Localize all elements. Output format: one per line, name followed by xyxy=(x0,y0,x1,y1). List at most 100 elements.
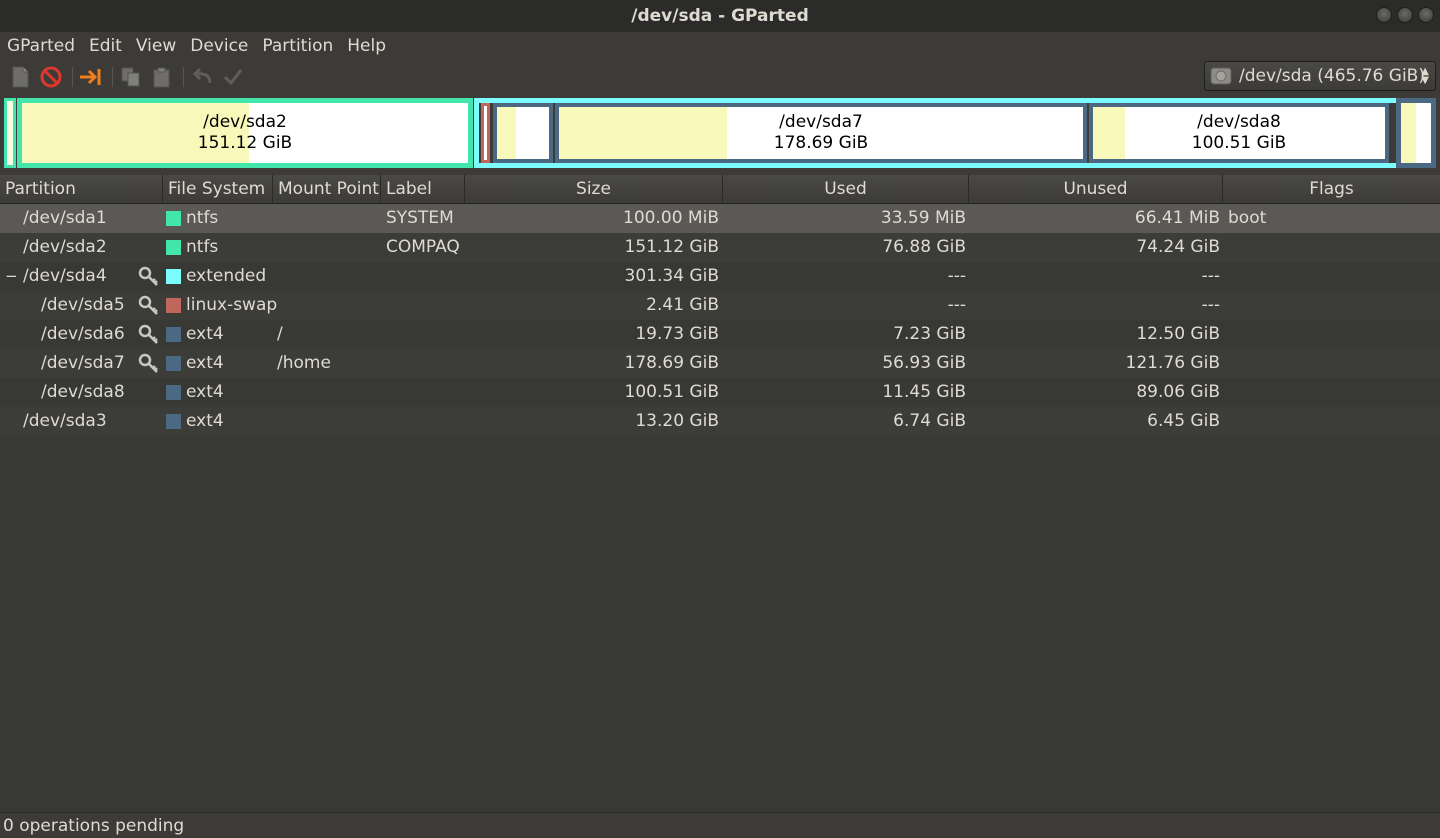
close-button[interactable] xyxy=(1418,7,1434,23)
filesystem-color-swatch xyxy=(166,414,181,429)
menu-device[interactable]: Device xyxy=(183,32,255,60)
table-row[interactable]: /dev/sda3 ext4 13.20 GiB 6.74 GiB 6.45 GiB xyxy=(0,407,1440,436)
column-used[interactable]: Used xyxy=(723,175,969,204)
menu-partition[interactable]: Partition xyxy=(255,32,340,60)
cell-used: 6.74 GiB xyxy=(893,411,966,431)
table-row[interactable]: /dev/sda1 ntfs SYSTEM 100.00 MiB 33.59 MiB 66… xyxy=(0,204,1440,233)
apply-icon xyxy=(223,69,243,86)
filesystem-color-swatch xyxy=(166,327,181,342)
menu-edit[interactable]: Edit xyxy=(82,32,129,60)
cell-size: 178.69 GiB xyxy=(624,353,719,373)
menu-help[interactable]: Help xyxy=(340,32,393,60)
used-bar xyxy=(7,101,13,165)
expander-icon[interactable]: − xyxy=(5,262,18,291)
partition-label: /dev/sda2 151.12 GiB xyxy=(197,112,293,153)
cell-used: 76.88 GiB xyxy=(882,237,966,257)
table-row[interactable]: /dev/sda6 ext4 / 19.73 GiB 7.23 GiB 12.50 GiB xyxy=(0,320,1440,349)
used-bar xyxy=(1401,103,1417,163)
cell-unused: 66.41 MiB xyxy=(1134,208,1220,228)
cell-flags: boot xyxy=(1228,208,1267,228)
cell-filesystem: ext4 xyxy=(186,411,224,431)
cell-size: 19.73 GiB xyxy=(635,324,719,344)
cell-used: --- xyxy=(947,266,966,286)
table-row[interactable]: −/dev/sda4 extended 301.34 GiB --- --- xyxy=(0,262,1440,291)
cell-size: 13.20 GiB xyxy=(635,411,719,431)
filesystem-color-swatch xyxy=(166,269,181,284)
column-size[interactable]: Size xyxy=(465,175,723,204)
cell-unused: --- xyxy=(1201,266,1220,286)
menu-view[interactable]: View xyxy=(129,32,183,60)
filesystem-color-swatch xyxy=(166,298,181,313)
cell-filesystem: ext4 xyxy=(186,382,224,402)
table-row[interactable]: /dev/sda5 linux-swap 2.41 GiB --- --- xyxy=(0,291,1440,320)
status-text: 0 operations pending xyxy=(3,816,185,836)
cell-label: SYSTEM xyxy=(386,208,454,228)
resize-move-button[interactable] xyxy=(79,65,103,89)
cell-unused: 89.06 GiB xyxy=(1136,382,1220,402)
cell-filesystem: ntfs xyxy=(186,208,219,228)
table-row[interactable]: /dev/sda8 ext4 100.51 GiB 11.45 GiB 89.06 Gi… xyxy=(0,378,1440,407)
cell-mountpoint: /home xyxy=(277,353,331,373)
column-mountpoint[interactable]: Mount Point xyxy=(273,175,381,204)
cell-partition: /dev/sda4 xyxy=(23,266,107,286)
copy-icon xyxy=(121,67,140,87)
device-selector[interactable]: /dev/sda (465.76 GiB) ▲ ▼ xyxy=(1204,61,1436,91)
cell-filesystem: linux-swap xyxy=(186,295,278,315)
maximize-button[interactable] xyxy=(1397,7,1413,23)
apply-button[interactable] xyxy=(221,65,245,89)
new-partition-button[interactable] xyxy=(8,65,32,89)
table-row[interactable]: /dev/sda7 ext4/home 178.69 GiB 56.93 GiB 121… xyxy=(0,349,1440,378)
undo-button[interactable] xyxy=(190,65,214,89)
cell-partition: /dev/sda7 xyxy=(41,353,125,373)
window-title: /dev/sda - GParted xyxy=(631,6,809,26)
disk-part-sda2[interactable]: /dev/sda2 151.12 GiB xyxy=(17,98,473,168)
cell-partition: /dev/sda6 xyxy=(41,324,125,344)
title-bar: /dev/sda - GParted xyxy=(0,0,1440,32)
minimize-button[interactable] xyxy=(1376,7,1392,23)
cell-size: 151.12 GiB xyxy=(624,237,719,257)
paste-icon xyxy=(153,67,170,88)
filesystem-color-swatch xyxy=(166,211,181,226)
disk-part-sda8[interactable]: /dev/sda8 100.51 GiB xyxy=(1089,103,1389,163)
cell-partition: /dev/sda8 xyxy=(41,382,125,402)
copy-button[interactable] xyxy=(119,65,143,89)
partition-label: /dev/sda8 100.51 GiB xyxy=(1191,112,1287,153)
disk-part-sda3[interactable] xyxy=(1396,98,1436,168)
cell-partition: /dev/sda3 xyxy=(23,411,107,431)
table-row[interactable]: /dev/sda2 ntfs COMPAQ 151.12 GiB 76.88 GiB 74… xyxy=(0,233,1440,262)
disk-part-sda1[interactable] xyxy=(4,98,16,168)
resize-move-icon xyxy=(80,69,101,85)
disk-part-sda7[interactable]: /dev/sda7 178.69 GiB xyxy=(555,103,1087,163)
cell-filesystem: ext4 xyxy=(186,324,224,344)
column-unused[interactable]: Unused xyxy=(969,175,1223,204)
harddisk-icon xyxy=(1210,67,1232,85)
status-bar: 0 operations pending xyxy=(0,812,1440,838)
cell-unused: 74.24 GiB xyxy=(1136,237,1220,257)
partition-label: /dev/sda7 178.69 GiB xyxy=(773,112,869,153)
cell-size: 100.51 GiB xyxy=(624,382,719,402)
cell-unused: 6.45 GiB xyxy=(1147,411,1220,431)
column-filesystem[interactable]: File System xyxy=(163,175,273,204)
cell-size: 100.00 MiB xyxy=(623,208,719,228)
menu-gparted[interactable]: GParted xyxy=(0,32,82,60)
combo-arrows-icon: ▲ ▼ xyxy=(1421,66,1429,86)
paste-button[interactable] xyxy=(150,65,174,89)
disk-part-sda5[interactable] xyxy=(481,103,490,163)
undo-icon xyxy=(192,67,212,84)
column-flags[interactable]: Flags xyxy=(1223,175,1440,204)
toolbar-separator xyxy=(112,67,113,87)
cell-partition: /dev/sda1 xyxy=(23,208,107,228)
cell-used: 11.45 GiB xyxy=(882,382,966,402)
cell-label: COMPAQ xyxy=(386,237,460,257)
cell-filesystem: extended xyxy=(186,266,267,286)
device-name: /dev/sda (465.76 GiB) xyxy=(1239,66,1425,86)
disk-part-sda6[interactable] xyxy=(493,103,553,163)
filesystem-color-swatch xyxy=(166,385,181,400)
toolbar-separator xyxy=(183,67,184,87)
delete-partition-button[interactable] xyxy=(39,65,63,89)
column-partition[interactable]: Partition xyxy=(0,175,163,204)
cell-partition: /dev/sda2 xyxy=(23,237,107,257)
cell-filesystem: ext4 xyxy=(186,353,224,373)
column-label[interactable]: Label xyxy=(381,175,465,204)
menu-bar: GParted Edit View Device Partition Help xyxy=(0,32,1440,60)
